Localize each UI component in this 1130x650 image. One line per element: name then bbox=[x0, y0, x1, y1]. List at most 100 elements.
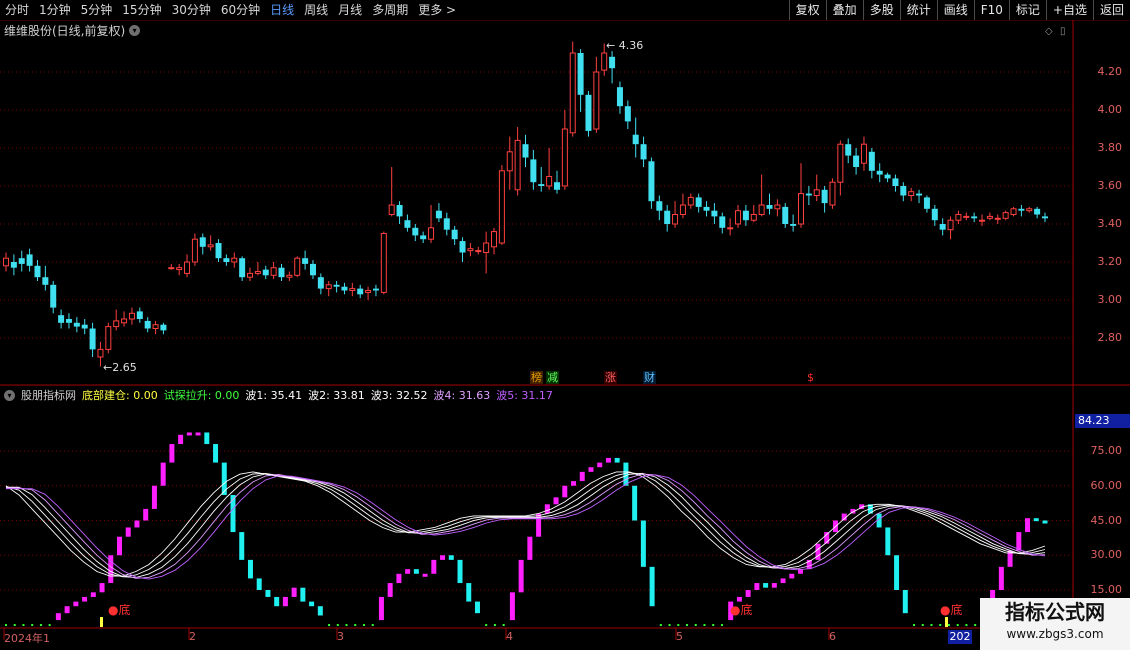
tool-button-3[interactable]: 统计 bbox=[899, 0, 937, 20]
candle[interactable] bbox=[664, 205, 671, 232]
candle[interactable] bbox=[89, 322, 96, 357]
indicator-bar[interactable] bbox=[553, 497, 559, 505]
indicator-bar[interactable] bbox=[588, 467, 594, 472]
indicator-bar[interactable] bbox=[396, 573, 402, 584]
indicator-bar[interactable] bbox=[518, 559, 524, 593]
candle[interactable] bbox=[569, 41, 576, 137]
indicator-bar[interactable] bbox=[195, 432, 201, 436]
candle[interactable] bbox=[672, 201, 679, 228]
chevron-down-icon[interactable]: ▾ bbox=[4, 389, 15, 401]
tool-button-7[interactable]: +自选 bbox=[1045, 0, 1093, 20]
stock-title[interactable]: 维维股份(日线,前复权) bbox=[4, 22, 125, 39]
candle[interactable] bbox=[26, 248, 33, 272]
candle[interactable] bbox=[782, 203, 789, 228]
candle[interactable] bbox=[176, 263, 183, 276]
candle[interactable] bbox=[530, 149, 537, 190]
indicator-bar[interactable] bbox=[247, 559, 253, 579]
indicator-bar[interactable] bbox=[405, 569, 411, 574]
candle[interactable] bbox=[971, 212, 978, 223]
tool-button-1[interactable]: 叠加 bbox=[825, 0, 863, 20]
indicator-bar[interactable] bbox=[431, 559, 437, 574]
candle[interactable] bbox=[388, 167, 395, 217]
tool-button-5[interactable]: F10 bbox=[973, 0, 1009, 20]
candle[interactable] bbox=[231, 252, 238, 268]
candle[interactable] bbox=[491, 227, 498, 255]
candle[interactable] bbox=[742, 205, 749, 226]
candle[interactable] bbox=[805, 186, 812, 205]
candle[interactable] bbox=[199, 233, 206, 255]
indicator-bar[interactable] bbox=[448, 555, 454, 560]
candle[interactable] bbox=[923, 195, 930, 213]
indicator-bar[interactable] bbox=[55, 613, 61, 621]
candle[interactable] bbox=[845, 138, 852, 164]
candle[interactable] bbox=[1010, 206, 1017, 217]
candle[interactable] bbox=[357, 284, 364, 299]
candle[interactable] bbox=[813, 174, 820, 202]
candle[interactable] bbox=[546, 148, 553, 190]
indicator-bar[interactable] bbox=[143, 508, 149, 521]
indicator-bar[interactable] bbox=[213, 444, 219, 463]
indicator-bar[interactable] bbox=[649, 566, 655, 607]
marker-4[interactable]: $ bbox=[806, 371, 815, 384]
indicator-bar[interactable] bbox=[99, 583, 105, 593]
candle[interactable] bbox=[758, 174, 765, 217]
candle[interactable] bbox=[128, 307, 135, 325]
indicator-bar[interactable] bbox=[605, 457, 611, 463]
indicator-bar[interactable] bbox=[134, 520, 140, 528]
candle[interactable] bbox=[766, 193, 773, 215]
candle[interactable] bbox=[50, 281, 57, 314]
candle[interactable] bbox=[396, 201, 403, 224]
candle[interactable] bbox=[73, 317, 80, 333]
tool-button-8[interactable]: 返回 bbox=[1092, 0, 1130, 20]
candle[interactable] bbox=[121, 311, 128, 327]
indicator-bar[interactable] bbox=[300, 587, 306, 602]
candle[interactable] bbox=[467, 243, 474, 257]
candle[interactable] bbox=[609, 51, 616, 84]
candle[interactable] bbox=[963, 212, 970, 221]
candle[interactable] bbox=[931, 205, 938, 226]
candle[interactable] bbox=[884, 172, 891, 183]
candle[interactable] bbox=[821, 186, 828, 213]
indicator-bar[interactable] bbox=[309, 601, 315, 607]
candle[interactable] bbox=[412, 224, 419, 242]
candle[interactable] bbox=[876, 163, 883, 183]
indicator-bar[interactable] bbox=[239, 532, 245, 560]
candle[interactable] bbox=[365, 286, 372, 300]
candle[interactable] bbox=[616, 81, 623, 114]
candle[interactable] bbox=[632, 117, 639, 158]
candle[interactable] bbox=[994, 214, 1001, 225]
candle[interactable] bbox=[42, 265, 49, 291]
candle[interactable] bbox=[302, 250, 309, 270]
candle[interactable] bbox=[3, 252, 9, 272]
candle[interactable] bbox=[648, 157, 655, 209]
indicator-bar[interactable] bbox=[413, 569, 419, 574]
candle[interactable] bbox=[1018, 205, 1025, 217]
candle[interactable] bbox=[498, 165, 505, 245]
indicator-bar[interactable] bbox=[614, 457, 620, 463]
candle[interactable] bbox=[294, 256, 301, 278]
tab-0[interactable]: 分时 bbox=[0, 0, 34, 20]
indicator-bar[interactable] bbox=[64, 606, 70, 614]
tab-3[interactable]: 15分钟 bbox=[117, 0, 166, 20]
candle[interactable] bbox=[483, 231, 490, 274]
tab-5[interactable]: 60分钟 bbox=[216, 0, 265, 20]
candle[interactable] bbox=[860, 136, 867, 171]
tab-7[interactable]: 周线 bbox=[299, 0, 333, 20]
candle[interactable] bbox=[207, 235, 214, 251]
candle[interactable] bbox=[105, 322, 112, 354]
chevron-right-icon[interactable]: > bbox=[442, 3, 456, 17]
candle[interactable] bbox=[506, 136, 513, 190]
candle[interactable] bbox=[1042, 212, 1048, 223]
tab-6[interactable]: 日线 bbox=[265, 0, 299, 20]
tool-button-6[interactable]: 标记 bbox=[1008, 0, 1046, 20]
candle[interactable] bbox=[719, 212, 726, 234]
candle[interactable] bbox=[853, 148, 860, 175]
tab-1[interactable]: 1分钟 bbox=[34, 0, 76, 20]
indicator-bar[interactable] bbox=[317, 606, 323, 616]
candle[interactable] bbox=[553, 170, 560, 194]
candle[interactable] bbox=[750, 205, 757, 223]
indicator-bar[interactable] bbox=[562, 485, 568, 498]
indicator-bar[interactable] bbox=[579, 471, 585, 482]
diamond-icon[interactable]: ◇ bbox=[1045, 26, 1053, 37]
candle[interactable] bbox=[955, 210, 962, 224]
